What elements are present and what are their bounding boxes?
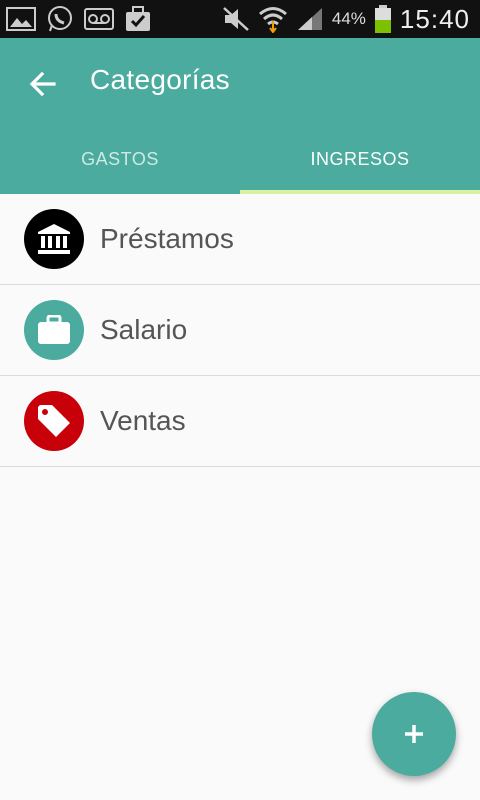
add-category-button[interactable]: [372, 692, 456, 776]
category-label: Préstamos: [100, 223, 234, 254]
briefcase-icon: [24, 300, 84, 360]
voicemail-notification-icon: [84, 6, 114, 32]
tag-icon: [24, 391, 84, 451]
category-list: Préstamos Salario Ventas: [0, 194, 480, 467]
list-item[interactable]: Ventas: [0, 376, 480, 467]
bank-icon: [24, 209, 84, 269]
work-notification-icon: [124, 5, 152, 33]
back-button[interactable]: [22, 62, 66, 106]
mute-icon: [222, 6, 250, 32]
tab-gastos[interactable]: GASTOS: [0, 124, 240, 194]
tab-bar: GASTOS INGRESOS: [0, 124, 480, 194]
list-item[interactable]: Préstamos: [0, 194, 480, 285]
list-item[interactable]: Salario: [0, 285, 480, 376]
signal-icon: [296, 6, 324, 32]
app-bar: Categorías GASTOS INGRESOS: [0, 38, 480, 194]
tab-ingresos[interactable]: INGRESOS: [240, 124, 480, 194]
category-label: Salario: [100, 314, 188, 345]
wifi-icon: [258, 5, 288, 33]
gallery-notification-icon: [6, 6, 36, 32]
plus-icon: [405, 725, 423, 743]
battery-icon: [374, 4, 392, 34]
page-title: Categorías: [90, 64, 230, 95]
clock: 15:40: [399, 3, 470, 34]
battery-percent: 44%: [331, 9, 366, 28]
category-label: Ventas: [100, 405, 186, 436]
status-bar: 44% 15:40: [0, 0, 480, 38]
arrow-back-icon: [29, 71, 56, 97]
whatsapp-notification-icon: [46, 5, 74, 33]
